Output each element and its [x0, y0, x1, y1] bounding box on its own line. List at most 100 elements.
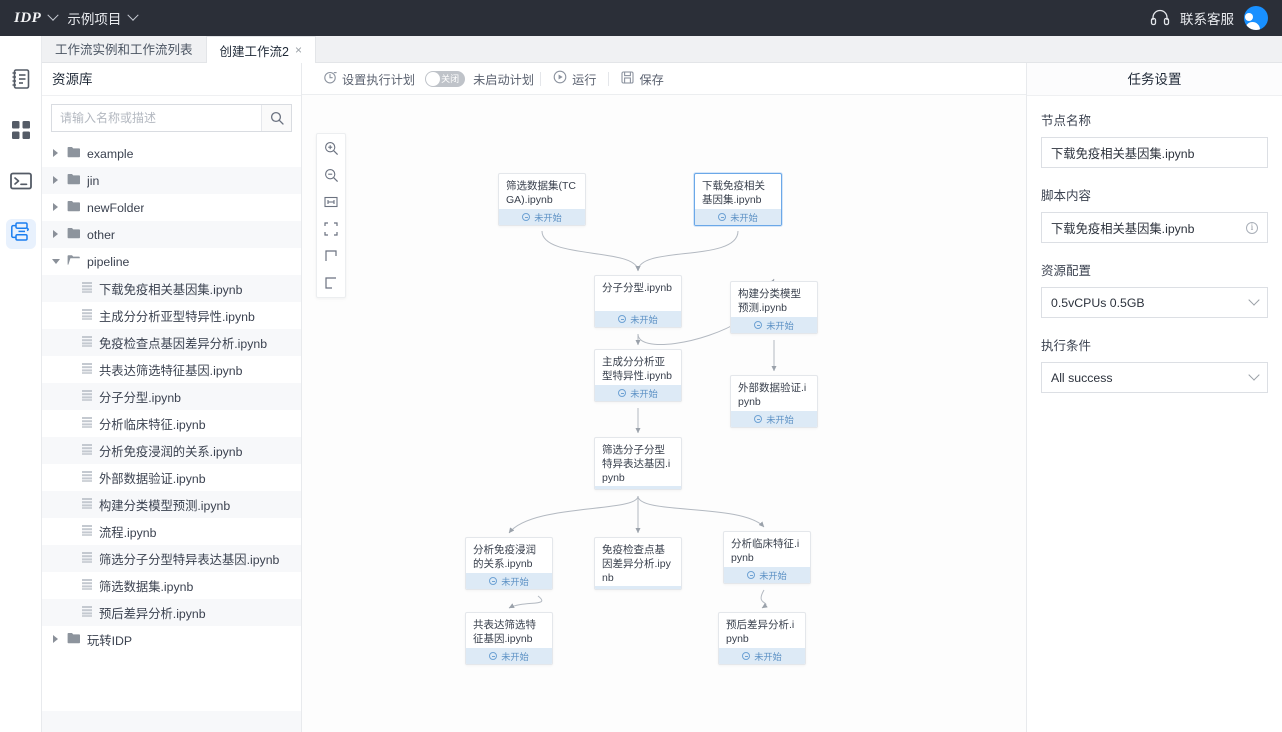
- node-name-value: 下载免疫相关基因集.ipynb: [1051, 146, 1195, 161]
- search-icon[interactable]: [261, 105, 291, 131]
- workflow-node[interactable]: 分析临床特征.ipynb 未开始: [723, 531, 811, 584]
- node-title: 外部数据验证.ipynb: [738, 382, 807, 408]
- status-not-started-icon: [754, 321, 763, 329]
- run-label: 运行: [572, 72, 597, 87]
- tree-file-item[interactable]: 流程.ipynb: [42, 518, 301, 545]
- tree-file-item[interactable]: 筛选数据集.ipynb: [42, 572, 301, 599]
- node-name-field[interactable]: 下载免疫相关基因集.ipynb: [1041, 137, 1268, 168]
- node-status-text: 未开始: [534, 213, 562, 223]
- project-chevron-down-icon[interactable]: [127, 9, 140, 21]
- workflow-node[interactable]: 构建分类模型预测.ipynb 未开始: [730, 281, 818, 334]
- rail-item-workflow[interactable]: [5, 219, 36, 249]
- user-avatar[interactable]: [1244, 6, 1268, 30]
- project-name[interactable]: 示例项目: [67, 8, 121, 28]
- tree-item-label: 预后差异分析.ipynb: [99, 606, 206, 621]
- status-not-started-icon: [742, 652, 751, 660]
- tree-folder-item[interactable]: example: [42, 140, 301, 167]
- workflow-node[interactable]: 预后差异分析.ipynb 未开始: [718, 612, 806, 665]
- workflow-node[interactable]: 下载免疫相关基因集.ipynb 未开始: [694, 173, 782, 226]
- tab-create-workflow[interactable]: 创建工作流2 ×: [205, 36, 316, 63]
- workflow-node[interactable]: 筛选分子分型特异表达基因.ipynb 未开始: [594, 437, 682, 490]
- set-schedule-button[interactable]: 设置执行计划: [314, 70, 425, 88]
- contact-support-label[interactable]: 联系客服: [1180, 8, 1234, 28]
- status-not-started-icon: [522, 213, 531, 221]
- workflow-node[interactable]: 共表达筛选特征基因.ipynb 未开始: [465, 612, 553, 665]
- node-status-badge: 未开始: [731, 317, 817, 333]
- chevron-right-icon[interactable]: [52, 635, 61, 644]
- workflow-node[interactable]: 分析免疫浸润的关系.ipynb 未开始: [465, 537, 553, 590]
- tree-file-item[interactable]: 外部数据验证.ipynb: [42, 464, 301, 491]
- rail-item-terminal[interactable]: [6, 168, 36, 198]
- tree-folder-item[interactable]: other: [42, 221, 301, 248]
- node-status-text: 未开始: [501, 577, 529, 587]
- node-status-badge: 未开始: [719, 648, 805, 664]
- status-not-started-icon: [489, 652, 498, 660]
- tree-folder-item[interactable]: 玩转IDP: [42, 626, 301, 653]
- tree-file-item[interactable]: 分析临床特征.ipynb: [42, 410, 301, 437]
- script-content-field[interactable]: 下载免疫相关基因集.ipynb i: [1041, 212, 1268, 243]
- settings-title: 任务设置: [1027, 63, 1282, 96]
- rail-item-apps[interactable]: [6, 117, 36, 147]
- status-not-started-icon: [747, 571, 756, 579]
- tree-item-label: other: [87, 227, 116, 242]
- tab-strip: 工作流实例和工作流列表 创建工作流2 ×: [42, 36, 1282, 63]
- folder-icon: [67, 632, 81, 647]
- chevron-right-icon[interactable]: [52, 230, 61, 239]
- rail-item-notebook[interactable]: [6, 66, 36, 96]
- brand-chevron-down-icon[interactable]: [47, 9, 60, 21]
- workflow-node[interactable]: 免疫检查点基因差异分析.ipynb 未开始: [594, 537, 682, 590]
- tree-file-item[interactable]: 免疫检查点基因差异分析.ipynb: [42, 329, 301, 356]
- search-box: [51, 104, 292, 132]
- execution-condition-label: 执行条件: [1041, 339, 1092, 353]
- tree-folder-item[interactable]: jin: [42, 167, 301, 194]
- notebook-file-icon: [82, 362, 92, 377]
- folder-icon: [67, 200, 81, 215]
- workflow-canvas[interactable]: 设置执行计划 关闭 未启动计划 运行 保存 筛选数据集(TCGA).ipynb …: [302, 63, 1026, 732]
- resource-panel: 资源库 example jin newFolder other pipeline 下载免疫…: [42, 63, 302, 732]
- search-input[interactable]: [52, 105, 261, 131]
- tree-file-item[interactable]: 构建分类模型预测.ipynb: [42, 491, 301, 518]
- tree-item-label: 外部数据验证.ipynb: [99, 471, 206, 486]
- tree-file-item[interactable]: 主成分分析亚型特异性.ipynb: [42, 302, 301, 329]
- tab-workflow-list[interactable]: 工作流实例和工作流列表: [42, 35, 206, 62]
- tree-folder-item[interactable]: newFolder: [42, 194, 301, 221]
- resource-config-value: 0.5vCPUs 0.5GB: [1051, 295, 1145, 310]
- notebook-icon: [11, 68, 31, 95]
- node-status-badge: 未开始: [499, 209, 585, 225]
- info-circle-icon[interactable]: i: [1246, 221, 1258, 234]
- icon-rail: [0, 36, 42, 732]
- app-root: IDP 示例项目 联系客服 工作流实例和工作流列表 创建工作流2 × 资源库 请…: [0, 0, 1282, 732]
- tree-folder-item[interactable]: pipeline: [42, 248, 301, 275]
- chevron-down-icon[interactable]: [52, 257, 61, 266]
- settings-body: 节点名称 下载免疫相关基因集.ipynb 脚本内容 下载免疫相关基因集.ipyn…: [1027, 96, 1282, 393]
- chevron-right-icon[interactable]: [52, 203, 61, 212]
- workflow-node[interactable]: 主成分分析亚型特异性.ipynb 未开始: [594, 349, 682, 402]
- task-settings-panel: 任务设置 节点名称 下载免疫相关基因集.ipynb 脚本内容 下载免疫相关基因集…: [1026, 63, 1282, 732]
- tree-file-item[interactable]: 筛选分子分型特异表达基因.ipynb: [42, 545, 301, 572]
- close-icon[interactable]: ×: [295, 43, 302, 57]
- resource-config-select[interactable]: 0.5vCPUs 0.5GB: [1041, 287, 1268, 318]
- resource-config-label: 资源配置: [1041, 264, 1092, 278]
- graph-area[interactable]: 筛选数据集(TCGA).ipynb 未开始 下载免疫相关基因集.ipynb 未开始 分子…: [302, 95, 1026, 732]
- workflow-icon: [10, 221, 31, 247]
- toggle-label: 关闭: [441, 74, 460, 84]
- tree-file-item[interactable]: 预后差异分析.ipynb: [42, 599, 301, 626]
- workflow-node[interactable]: 外部数据验证.ipynb 未开始: [730, 375, 818, 428]
- workflow-node[interactable]: 筛选数据集(TCGA).ipynb 未开始: [498, 173, 586, 226]
- tree-item-label: 下载免疫相关基因集.ipynb: [99, 282, 243, 297]
- tree-file-item[interactable]: 共表达筛选特征基因.ipynb: [42, 356, 301, 383]
- schedule-toggle[interactable]: 关闭: [425, 70, 466, 87]
- brand-logo[interactable]: IDP: [14, 10, 41, 27]
- chevron-right-icon[interactable]: [52, 149, 61, 158]
- tree-file-item[interactable]: 分子分型.ipynb: [42, 383, 301, 410]
- tree-item-label: 流程.ipynb: [99, 525, 157, 540]
- workflow-node[interactable]: 分子分型.ipynb 未开始: [594, 275, 682, 328]
- chevron-right-icon[interactable]: [52, 176, 61, 185]
- save-button[interactable]: 保存: [611, 70, 673, 88]
- run-button[interactable]: 运行: [543, 70, 606, 88]
- tree-file-item[interactable]: 分析免疫浸润的关系.ipynb: [42, 437, 301, 464]
- tree-file-item[interactable]: 下载免疫相关基因集.ipynb: [42, 275, 301, 302]
- node-status-text: 未开始: [630, 586, 658, 590]
- notebook-file-icon: [82, 551, 92, 566]
- execution-condition-select[interactable]: All success: [1041, 362, 1268, 393]
